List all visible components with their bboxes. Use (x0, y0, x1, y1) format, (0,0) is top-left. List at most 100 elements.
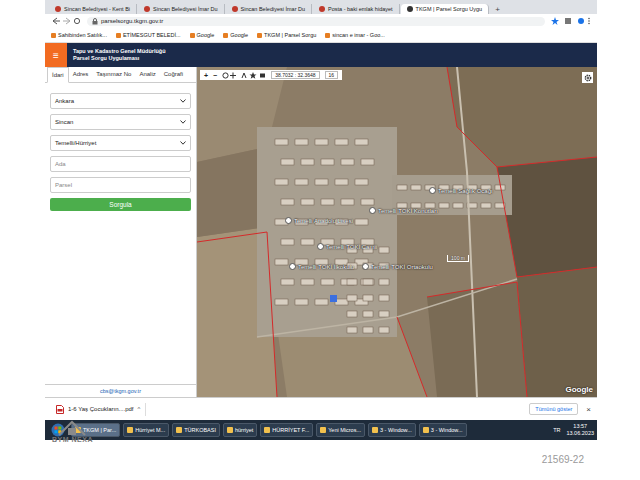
bookmark[interactable]: Sahibinden Satılık... (51, 32, 107, 38)
browser-tab[interactable]: Sincan Belediyesi İmar Du (226, 4, 313, 14)
taskbar-item[interactable]: 3 - Window... (368, 423, 416, 437)
bookmark[interactable]: Google (190, 32, 215, 38)
text-input[interactable]: Parsel (50, 177, 191, 193)
map[interactable]: +− 38.7032 : 32.3648 16 Temelli Anadolu Lis… (197, 67, 597, 397)
scale-bar: 100 m (447, 255, 469, 262)
app-title: Tapu ve Kadastro Genel Müdürlüğü (73, 48, 166, 55)
chevron-down-icon (180, 99, 186, 103)
app-icon (320, 427, 326, 433)
favicon-icon (232, 6, 238, 12)
sidebar-tab[interactable]: Taşınmaz No (92, 67, 135, 82)
map-label: Temelli TOKİ Konutları (369, 207, 438, 214)
language-indicator[interactable]: TR (553, 427, 560, 433)
close-button[interactable]: × (586, 405, 591, 414)
map-label: Temelli TOKİ Camii (317, 243, 377, 250)
menu-button[interactable]: ≡ (45, 43, 67, 67)
app-icon (176, 427, 182, 433)
page: Sincan Belediyesi - Kent BiSincan Beledi… (0, 0, 640, 480)
map-label: Temelli TOKİ İlkokulu (289, 263, 354, 270)
nav-arrows-icon[interactable] (51, 17, 81, 25)
map-tools-icon[interactable] (222, 72, 266, 79)
taskbar-item[interactable]: 3 - Window... (419, 423, 467, 437)
favicon-icon (407, 6, 413, 12)
download-bar: 1-6 Yaş Çocukların....pdf^ Tümünü göster × (45, 397, 597, 420)
taskbar: TKGM | Par...Hürriyet M...TÜRKOBASIhürri… (45, 420, 597, 440)
app-icon (372, 427, 378, 433)
bookmark[interactable]: TKGM | Parsel Sorgu (257, 32, 316, 38)
map-toolbar: +− 38.7032 : 32.3648 16 (200, 70, 342, 80)
show-all-button[interactable]: Tümünü göster (529, 403, 578, 415)
map-label: Temelli TOKİ Ortaokulu (362, 263, 433, 270)
app-header: ≡ Tapu ve Kadastro Genel MüdürlüğüParsel … (45, 43, 597, 67)
taskbar-item[interactable]: Yeni Micros... (316, 423, 365, 437)
taskbar-item[interactable]: Hürriyet M... (123, 423, 169, 437)
browser-tab[interactable]: Sincan Belediyesi - Kent Bi (49, 4, 137, 14)
sidebar-tabs: İdariAdresTaşınmaz NoAnalizCoğrafi (45, 67, 196, 83)
map-label: Temelli Sağlık Ocağı (429, 187, 493, 194)
place-pin-icon (285, 217, 292, 224)
new-tab-button[interactable]: + (490, 5, 505, 14)
taskbar-item[interactable]: HÜRRİYET F... (260, 423, 313, 437)
bookmark-icon (257, 33, 262, 38)
taskbar-item[interactable]: TÜRKOBASI (172, 423, 220, 437)
bookmark-icon (51, 33, 56, 38)
bookmark[interactable]: sincan e imar - Goo... (325, 32, 385, 38)
text-input[interactable]: Ada (50, 156, 191, 172)
bookmark-icon (325, 33, 330, 38)
favicon-icon (55, 6, 61, 12)
toolbar-icons-icon[interactable] (551, 17, 591, 25)
download-item[interactable]: 1-6 Yaş Çocukların....pdf^ (51, 403, 146, 416)
address-bar[interactable]: parselsorgu.tkgm.gov.tr (87, 17, 545, 26)
settings-button[interactable] (582, 72, 593, 83)
clock[interactable]: 13:5713.06.2023 (566, 423, 594, 436)
lock-icon (92, 18, 98, 25)
bookmark-icon (116, 33, 121, 38)
pdf-file-icon (56, 405, 64, 414)
logo-icon (57, 420, 87, 436)
select-field[interactable]: Sincan (50, 114, 191, 130)
place-pin-icon (317, 243, 324, 250)
app-icon (227, 427, 233, 433)
coordinates: 38.7032 : 32.3648 (271, 71, 319, 79)
place-pin-icon (362, 263, 369, 270)
zoom-button[interactable]: − (213, 72, 217, 79)
browser-window: Sincan Belediyesi - Kent BiSincan Beledi… (45, 0, 597, 440)
favicon-icon (319, 6, 325, 12)
query-form: Ankara Sincan Temelli/Hürriyet Ada Parsel Sor… (45, 83, 196, 221)
select-field[interactable]: Ankara (50, 93, 191, 109)
taskbar-item[interactable]: TKGM | Par... (71, 423, 120, 437)
app-subtitle: Parsel Sorgu Uygulaması (73, 55, 166, 62)
place-pin-icon (429, 187, 436, 194)
browser-tab[interactable]: Posta - baki emlak hidayet (313, 4, 400, 14)
sidebar-tab[interactable]: İdari (47, 67, 69, 83)
address-row: parselsorgu.tkgm.gov.tr (45, 14, 597, 28)
select-field[interactable]: Temelli/Hürriyet (50, 135, 191, 151)
place-pin-icon (369, 207, 376, 214)
app-icon (127, 427, 133, 433)
zoom-level: 16 (325, 71, 339, 79)
taskbar-item[interactable]: hürriyet (223, 423, 257, 437)
zoom-button[interactable]: + (204, 72, 208, 79)
favicon-icon (144, 6, 150, 12)
sidebar-tab[interactable]: Adres (69, 67, 93, 82)
place-pin-icon (289, 263, 296, 270)
satellite-map (197, 67, 597, 397)
tab-bar: Sincan Belediyesi - Kent BiSincan Beledi… (45, 0, 597, 14)
windows-logo-icon (51, 423, 65, 437)
sidebar-tab[interactable]: Analiz (135, 67, 159, 82)
gear-icon (584, 74, 592, 82)
bookmark[interactable]: ETİMESGUT BELEDİ... (116, 32, 181, 38)
bookmarks-bar: Sahibinden Satılık... ETİMESGUT BELEDİ...… (45, 28, 597, 43)
map-attribution: Google (565, 385, 593, 394)
sidebar-tab[interactable]: Coğrafi (160, 67, 187, 82)
chevron-down-icon (180, 141, 186, 145)
map-label: Temelli Anadolu Lisesi (285, 217, 353, 224)
system-tray: TR 13:5713.06.2023 (553, 423, 594, 436)
browser-tab[interactable]: Sincan Belediyesi İmar Du (138, 4, 225, 14)
query-button[interactable]: Sorgula (50, 198, 191, 211)
bookmark[interactable]: Google (223, 32, 248, 38)
contact-email[interactable]: cbs@tkgm.gov.tr (45, 384, 196, 397)
chevron-down-icon (180, 120, 186, 124)
browser-tab[interactable]: TKGM | Parsel Sorgu Uygu (401, 4, 490, 14)
watermark-logo: BYM NEXA (52, 420, 93, 443)
